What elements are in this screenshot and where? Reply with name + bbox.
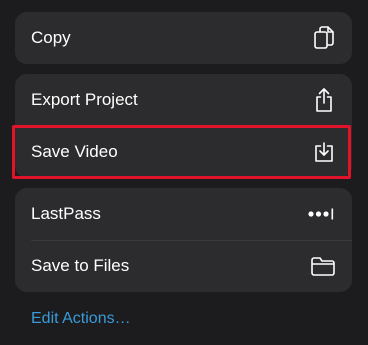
group-copy: Copy (15, 12, 352, 64)
lastpass-row[interactable]: LastPass (15, 188, 352, 240)
edit-actions-link[interactable]: Edit Actions… (31, 310, 131, 328)
share-icon (312, 88, 336, 112)
more-dots-icon (306, 202, 336, 226)
save-to-files-row[interactable]: Save to Files (15, 240, 352, 292)
copy-row[interactable]: Copy (15, 12, 352, 64)
copy-icon (312, 26, 336, 50)
save-video-label: Save Video (31, 142, 118, 161)
folder-icon (310, 254, 336, 278)
export-project-row[interactable]: Export Project (15, 74, 352, 126)
group-export: Export Project Save Video (15, 74, 352, 178)
save-to-files-label: Save to Files (31, 256, 130, 275)
copy-label: Copy (31, 28, 71, 47)
group-files: LastPass Save to Files (15, 188, 352, 292)
download-icon (312, 140, 336, 164)
save-video-row[interactable]: Save Video (15, 126, 352, 178)
lastpass-label: LastPass (31, 204, 101, 223)
export-project-label: Export Project (31, 90, 138, 109)
